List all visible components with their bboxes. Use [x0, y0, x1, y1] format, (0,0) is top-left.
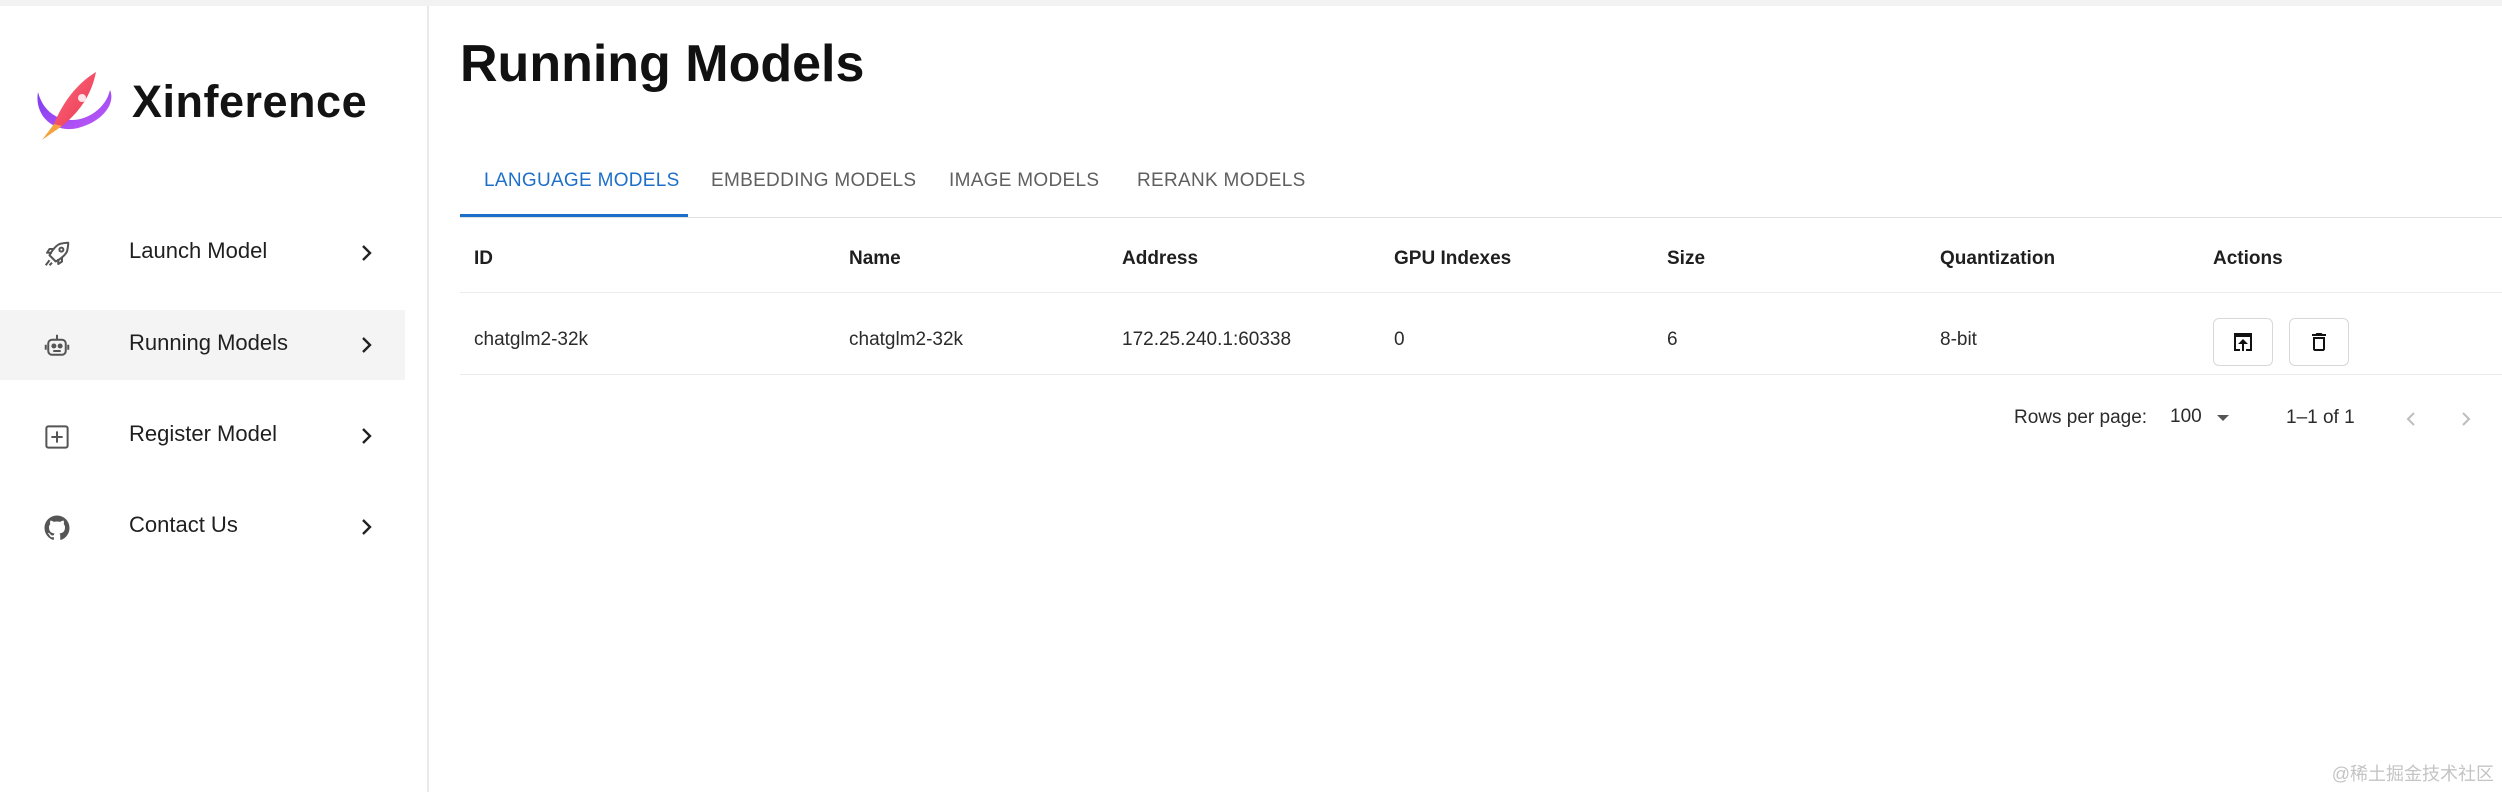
sidebar-item-running-models[interactable]: Running Models	[0, 310, 405, 380]
delete-icon	[2312, 333, 2326, 351]
column-header-actions: Actions	[2213, 248, 2283, 269]
sidebar-item-contact-us[interactable]: Contact Us	[0, 492, 405, 562]
tab-label: LANGUAGE MODELS	[484, 170, 680, 191]
tabs-divider	[460, 217, 2502, 218]
github-icon	[44, 515, 70, 540]
open-in-new-icon	[2234, 333, 2252, 351]
column-header-quantization: Quantization	[1940, 248, 2056, 269]
column-header-gpu-indexes: GPU Indexes	[1394, 248, 1512, 269]
cell-name: chatglm2-32k	[849, 329, 964, 350]
column-header-address: Address	[1122, 248, 1199, 269]
cell-size: 6	[1667, 329, 1678, 350]
rocket-icon	[44, 241, 70, 266]
sidebar: Xinference Launch Model Running Models R…	[0, 6, 429, 792]
xinference-logo-icon	[37, 72, 112, 140]
rows-per-page-select[interactable]: 100	[2168, 402, 2238, 434]
next-page-button[interactable]	[2452, 402, 2482, 436]
chevron-right-icon	[362, 337, 372, 353]
cell-id: chatglm2-32k	[474, 329, 589, 350]
sidebar-item-label: Register Model	[129, 421, 277, 446]
tab-label: IMAGE MODELS	[949, 170, 1100, 191]
chevron-right-icon	[362, 245, 372, 261]
rows-per-page-value: 100	[2170, 406, 2202, 427]
sidebar-item-label: Contact Us	[129, 512, 238, 537]
cell-gpu-indexes: 0	[1394, 329, 1405, 350]
column-header-id: ID	[474, 248, 493, 269]
previous-page-button[interactable]	[2397, 402, 2427, 436]
tab-label: RERANK MODELS	[1137, 170, 1306, 191]
sidebar-item-launch-model[interactable]: Launch Model	[0, 218, 405, 288]
chevron-right-icon	[362, 428, 372, 444]
brand-name: Xinference	[132, 76, 368, 127]
chevron-left-icon	[2406, 412, 2415, 426]
plus-square-icon	[45, 425, 69, 449]
chevron-right-icon	[362, 519, 372, 535]
open-model-button[interactable]	[2213, 318, 2273, 366]
pagination-range: 1–1 of 1	[2286, 407, 2355, 428]
delete-model-button[interactable]	[2289, 318, 2349, 366]
robot-icon	[44, 334, 70, 356]
column-header-name: Name	[849, 248, 901, 269]
rows-per-page-label: Rows per page:	[2014, 407, 2148, 428]
column-header-size: Size	[1667, 248, 1706, 269]
page-title: Running Models	[460, 35, 865, 93]
cell-address: 172.25.240.1:60338	[1122, 329, 1292, 350]
watermark: @稀土掘金技术社区	[2331, 764, 2494, 784]
dropdown-arrow-icon	[2217, 415, 2229, 421]
header-divider	[460, 292, 2502, 293]
row-divider	[460, 374, 2502, 375]
tab-label: EMBEDDING MODELS	[711, 170, 917, 191]
sidebar-item-label: Launch Model	[129, 238, 268, 263]
sidebar-item-register-model[interactable]: Register Model	[0, 401, 405, 471]
sidebar-item-label: Running Models	[129, 330, 288, 355]
cell-quantization: 8-bit	[1940, 329, 1977, 350]
chevron-right-icon	[2462, 412, 2471, 426]
